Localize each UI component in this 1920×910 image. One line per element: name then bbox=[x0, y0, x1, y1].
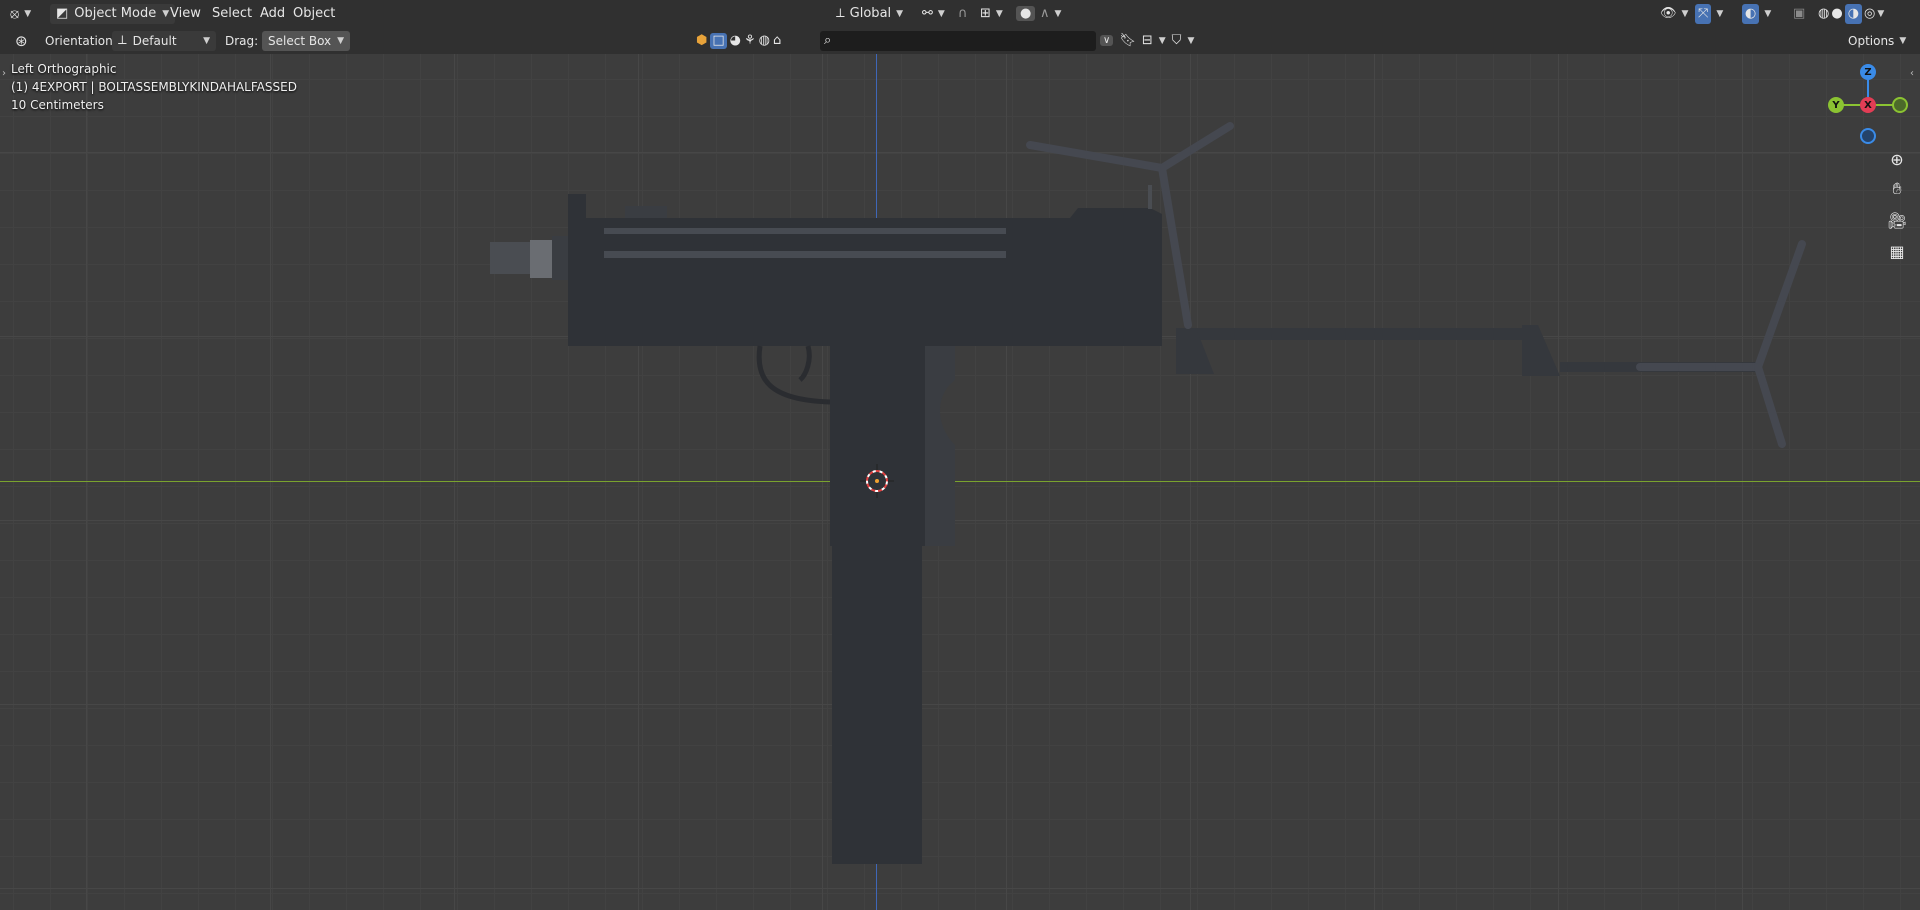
toolbar-toggle-icon[interactable]: › bbox=[2, 68, 6, 79]
stock-end-block bbox=[1522, 325, 1560, 376]
stock-wire-rear bbox=[1636, 240, 1806, 448]
gizmo-z-axis[interactable]: Z bbox=[1860, 64, 1876, 80]
front-sight bbox=[568, 194, 586, 220]
stock-rod bbox=[1180, 328, 1525, 340]
navigation-gizmo[interactable]: Z Y X bbox=[1826, 62, 1908, 144]
grid-icon[interactable]: ▦ bbox=[1884, 238, 1910, 264]
barrel-muzzle bbox=[490, 242, 530, 274]
sidebar-toggle-icon[interactable]: ‹ bbox=[1910, 68, 1914, 79]
rear-block bbox=[625, 206, 667, 218]
receiver-groove-1 bbox=[604, 228, 1006, 234]
zoom-icon[interactable]: ⊕ bbox=[1884, 146, 1910, 172]
trigger-guard bbox=[756, 345, 831, 405]
receiver-groove-2 bbox=[604, 251, 1006, 258]
camera-icon[interactable]: 🎥︎ bbox=[1884, 207, 1910, 233]
mesh-model[interactable] bbox=[0, 0, 1920, 910]
gizmo-x-axis[interactable]: X bbox=[1860, 97, 1876, 113]
barrel-thread bbox=[530, 240, 552, 278]
hand-pan-icon[interactable]: ✋︎ bbox=[1884, 176, 1910, 202]
grip bbox=[830, 346, 925, 546]
gizmo-neg-z-axis[interactable] bbox=[1860, 128, 1876, 144]
gizmo-y-axis[interactable]: Y bbox=[1828, 97, 1844, 113]
trigger bbox=[798, 345, 812, 382]
barrel-collar bbox=[552, 236, 570, 280]
gizmo-neg-y-axis[interactable] bbox=[1892, 97, 1908, 113]
magazine bbox=[832, 546, 922, 864]
stock-hinge bbox=[1148, 185, 1152, 209]
grip-back bbox=[925, 346, 955, 546]
